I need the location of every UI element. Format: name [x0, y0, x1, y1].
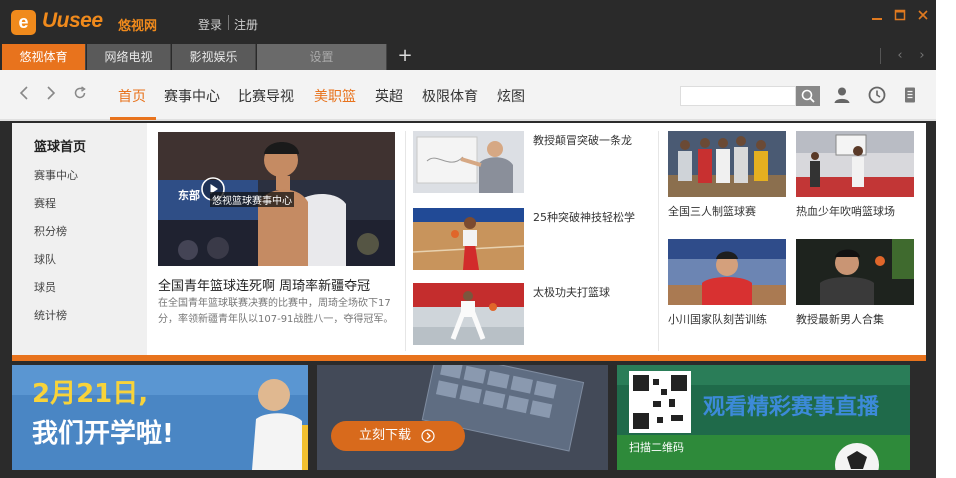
maximize-icon[interactable] — [891, 9, 909, 27]
search-icon — [801, 89, 815, 103]
content-panel: 篮球首页 赛事中心 赛程 积分榜 球队 球员 统计榜 东部 悠视篮球赛事中心 全… — [12, 123, 926, 355]
search-input[interactable] — [680, 86, 796, 106]
video-title[interactable]: 热血少年吹哨篮球场 — [796, 203, 895, 219]
video-thumbnail[interactable] — [413, 208, 524, 270]
video-thumbnail[interactable] — [668, 131, 786, 197]
title-bar: e Uusee 悠视网 登录 注册 — [0, 0, 936, 42]
menu-match-guide[interactable]: 比赛导视 — [238, 86, 294, 106]
user-icon[interactable] — [832, 85, 852, 105]
video-thumbnail[interactable] — [796, 131, 914, 197]
login-link[interactable]: 登录 — [198, 16, 222, 33]
video-title[interactable]: 太极功夫打篮球 — [533, 284, 610, 300]
video-title[interactable]: 小川国家队刻苦训练 — [668, 311, 767, 327]
tab-settings[interactable]: 设置 — [257, 44, 387, 70]
register-link[interactable]: 注册 — [234, 16, 258, 33]
banner-school[interactable]: 2月21日, 我们开学啦! — [12, 365, 308, 470]
banner-live[interactable]: 观看精彩赛事直播 扫描二维码 — [617, 365, 910, 470]
menu-nba[interactable]: 美职篮 — [314, 86, 356, 106]
divider — [228, 15, 229, 30]
video-title[interactable]: 全国三人制篮球赛 — [668, 203, 756, 219]
tab-scroll-left-icon[interactable]: ‹ — [892, 48, 908, 64]
active-menu-indicator — [110, 117, 156, 120]
banner-headline: 我们开学啦! — [32, 419, 174, 449]
back-icon[interactable] — [15, 85, 33, 105]
video-thumbnail[interactable] — [413, 283, 524, 345]
video-thumbnail[interactable] — [668, 239, 786, 305]
video-title[interactable]: 教授颠冒突破一条龙 — [533, 132, 632, 148]
divider — [658, 131, 659, 351]
banner-date: 2月21日, — [32, 379, 149, 409]
tab-scroll-right-icon[interactable]: › — [914, 48, 930, 64]
video-thumbnail[interactable] — [796, 239, 914, 305]
banner-headline: 观看精彩赛事直播 — [703, 395, 880, 420]
search-button[interactable] — [796, 86, 820, 106]
menu-home[interactable]: 首页 — [118, 86, 146, 106]
logo-text: Uusee — [42, 9, 103, 32]
jersey-text: 东部 — [178, 189, 200, 202]
tab-sports[interactable]: 悠视体育 — [2, 44, 86, 70]
featured-video-title[interactable]: 全国青年篮球连死啊 周琦率新疆夺冠 — [158, 275, 370, 294]
tab-entertainment[interactable]: 影视娱乐 — [172, 44, 256, 70]
sidebar-title: 篮球首页 — [34, 140, 87, 155]
sidebar-item-schedule[interactable]: 赛程 — [34, 195, 56, 211]
logo-chinese: 悠视网 — [118, 19, 158, 34]
close-icon[interactable] — [914, 9, 932, 27]
sidebar-item-standings[interactable]: 积分榜 — [34, 223, 67, 239]
menu-extreme-sports[interactable]: 极限体育 — [422, 86, 478, 106]
qr-caption: 扫描二维码 — [629, 441, 684, 454]
sidebar-item-event-center[interactable]: 赛事中心 — [34, 167, 78, 183]
featured-video-description: 在全国青年篮球联赛决赛的比赛中，周琦全场砍下17分，率领新疆青年队以107-91… — [158, 298, 394, 325]
video-title[interactable]: 25种突破神技轻松学 — [533, 209, 635, 225]
chevron-right-icon — [421, 429, 435, 443]
divider — [880, 48, 881, 64]
banner-download[interactable]: 立刻下载 — [317, 365, 608, 470]
download-button[interactable]: 立刻下载 — [331, 421, 465, 451]
tab-bar: 悠视体育 网络电视 影视娱乐 设置 + ‹ › — [0, 42, 936, 70]
video-overlay-label: 悠视篮球赛事中心 — [210, 192, 294, 207]
document-icon[interactable] — [900, 85, 920, 105]
minimize-icon[interactable] — [868, 9, 886, 27]
nav-bar: 首页 赛事中心 比赛导视 美职篮 英超 极限体育 炫图 — [0, 70, 936, 121]
refresh-icon[interactable] — [71, 85, 89, 105]
forward-icon[interactable] — [42, 85, 60, 105]
logo-icon: e — [11, 10, 36, 35]
menu-premier-league[interactable]: 英超 — [375, 86, 403, 106]
app-window: e Uusee 悠视网 登录 注册 悠视体育 网络电视 影视娱乐 设置 + ‹ … — [0, 0, 936, 478]
menu-event-center[interactable]: 赛事中心 — [164, 86, 220, 106]
divider — [405, 131, 406, 351]
sidebar: 篮球首页 赛事中心 赛程 积分榜 球队 球员 统计榜 — [12, 123, 147, 355]
sidebar-item-players[interactable]: 球员 — [34, 279, 56, 295]
history-icon[interactable] — [867, 85, 887, 105]
sidebar-item-teams[interactable]: 球队 — [34, 251, 56, 267]
tab-network-tv[interactable]: 网络电视 — [87, 44, 171, 70]
add-tab-icon[interactable]: + — [394, 45, 416, 67]
panel-accent-bar — [12, 355, 926, 361]
video-thumbnail[interactable] — [413, 131, 524, 193]
sidebar-item-stats[interactable]: 统计榜 — [34, 307, 67, 323]
video-title[interactable]: 教授最新男人合集 — [796, 311, 884, 327]
menu-gallery[interactable]: 炫图 — [497, 86, 525, 106]
